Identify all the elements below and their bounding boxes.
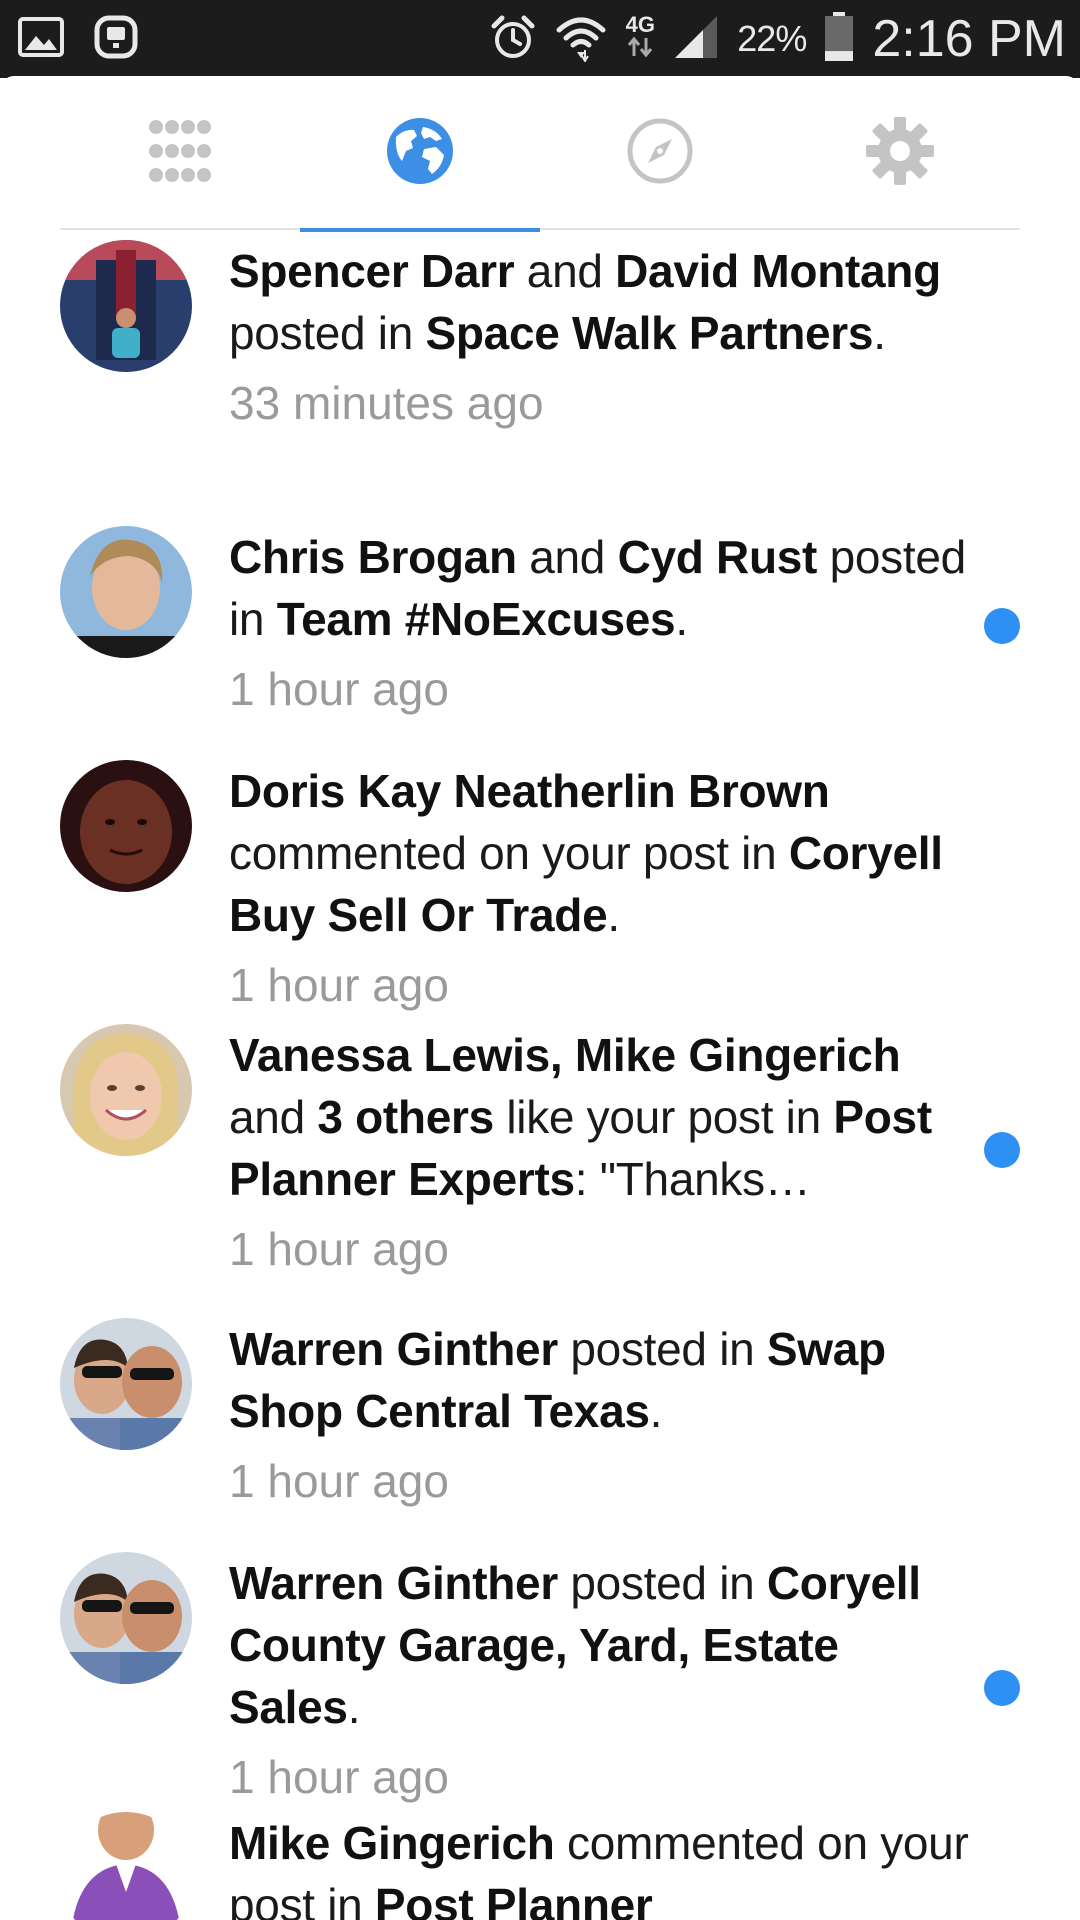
gallery-icon	[18, 16, 64, 62]
data-arrows-icon	[625, 36, 655, 65]
notification-entity: Space Walk Partners	[425, 307, 874, 359]
notification-item[interactable]: Vanessa Lewis, Mike Gingerich and 3 othe…	[0, 1024, 1080, 1318]
notification-connector: commented on your post in	[229, 827, 789, 879]
notification-connector: .	[873, 307, 886, 359]
notification-time: 1 hour ago	[229, 663, 449, 715]
notification-item[interactable]: Warren Ginther posted in Coryell County …	[0, 1552, 1080, 1812]
notification-time: 1 hour ago	[229, 959, 449, 1011]
notification-text: Chris Brogan and Cyd Rust posted in Team…	[229, 526, 980, 650]
tab-explore[interactable]	[540, 76, 780, 230]
avatar[interactable]	[60, 1552, 192, 1684]
status-bar: 4G 22% 2:16 PM	[0, 0, 1080, 78]
avatar[interactable]	[60, 760, 192, 892]
notification-entity: Mike Gingerich	[229, 1817, 555, 1869]
notification-time: 1 hour ago	[229, 1751, 449, 1803]
tab-apps[interactable]	[60, 76, 300, 230]
battery-icon	[824, 11, 854, 67]
notification-text: Doris Kay Neatherlin Brown commented on …	[229, 760, 980, 946]
notification-item[interactable]: Warren Ginther posted in Swap Shop Centr…	[0, 1318, 1080, 1552]
clock: 2:16 PM	[872, 10, 1066, 68]
notification-text: Vanessa Lewis, Mike Gingerich and 3 othe…	[229, 1024, 980, 1210]
notification-item[interactable]: Doris Kay Neatherlin Brown commented on …	[0, 760, 1080, 1024]
notification-connector: : "Thanks…	[574, 1153, 811, 1205]
battery-percent: 22%	[737, 18, 807, 59]
alarm-icon	[489, 13, 537, 66]
notification-entity: Post Planner	[374, 1879, 653, 1920]
tab-settings[interactable]	[780, 76, 1020, 230]
signal-icon	[673, 14, 719, 65]
notification-connector: like your post in	[493, 1091, 834, 1143]
notification-connector: posted in	[229, 307, 426, 359]
app-notification-icon	[94, 15, 138, 64]
explore-compass-icon	[626, 117, 694, 190]
avatar[interactable]	[60, 526, 192, 658]
unread-indicator	[984, 1670, 1020, 1706]
notification-item[interactable]: Mike Gingerich commented on your post in…	[0, 1812, 1080, 1920]
notification-entity: Cyd Rust	[617, 531, 818, 583]
wifi-icon	[555, 12, 607, 67]
notification-item[interactable]: Chris Brogan and Cyd Rust posted in Team…	[0, 526, 1080, 760]
notification-entity: Warren Ginther	[229, 1323, 558, 1375]
notification-time: 33 minutes ago	[229, 377, 544, 429]
tab-bar	[60, 76, 1020, 232]
notification-entity: Chris Brogan	[229, 531, 517, 583]
notification-entity: Vanessa Lewis, Mike Gingerich	[229, 1029, 901, 1081]
notification-connector: .	[675, 593, 688, 645]
notification-time: 1 hour ago	[229, 1455, 449, 1507]
notification-list: Spencer Darr and David Montang posted in…	[0, 232, 1080, 1920]
unread-indicator	[984, 608, 1020, 644]
avatar[interactable]	[60, 1318, 192, 1450]
unread-indicator	[984, 1132, 1020, 1168]
apps-grid-icon	[147, 118, 213, 189]
notification-connector: and	[229, 1091, 318, 1143]
notification-entity: Team #NoExcuses	[276, 593, 676, 645]
notification-connector: posted in	[557, 1323, 767, 1375]
app-panel: Spencer Darr and David Montang posted in…	[0, 76, 1080, 1920]
notification-connector: .	[607, 889, 620, 941]
notification-connector: and	[514, 245, 616, 297]
settings-gear-icon	[865, 116, 935, 191]
notification-entity: Warren Ginther	[229, 1557, 558, 1609]
notification-connector: posted in	[557, 1557, 767, 1609]
notification-connector: .	[347, 1681, 361, 1733]
notification-entity: 3 others	[317, 1091, 494, 1143]
notification-text: Warren Ginther posted in Swap Shop Centr…	[229, 1318, 980, 1442]
avatar[interactable]	[60, 1024, 192, 1156]
notification-connector: .	[649, 1385, 663, 1437]
notification-connector: and	[516, 531, 618, 583]
network-type-label: 4G	[625, 13, 655, 65]
tab-notifications[interactable]	[300, 76, 540, 232]
notification-entity: Spencer Darr	[229, 245, 515, 297]
notification-entity: David Montang	[615, 245, 941, 297]
notification-text: Spencer Darr and David Montang posted in…	[229, 240, 980, 364]
notification-item[interactable]: Spencer Darr and David Montang posted in…	[0, 232, 1080, 526]
notification-text: Mike Gingerich commented on your post in…	[229, 1812, 980, 1920]
notification-entity: Doris Kay Neatherlin Brown	[229, 765, 830, 817]
avatar[interactable]	[60, 240, 192, 372]
avatar[interactable]	[60, 1812, 192, 1920]
notifications-globe-icon	[386, 117, 454, 190]
notification-text: Warren Ginther posted in Coryell County …	[229, 1552, 980, 1738]
notification-time: 1 hour ago	[229, 1223, 449, 1275]
